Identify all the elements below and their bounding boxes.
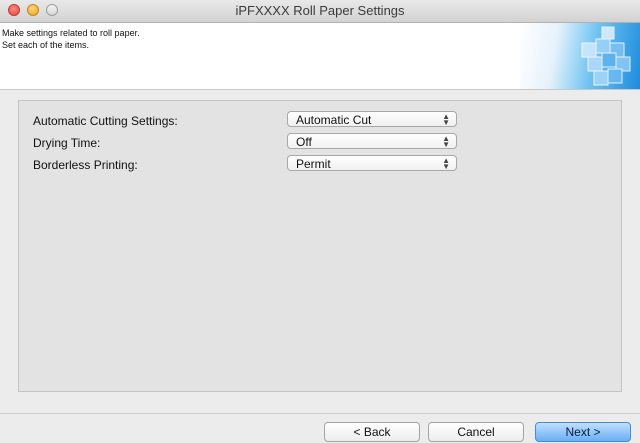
button-bar: < Back Cancel Next > (0, 413, 640, 443)
popup-arrows-icon: ▲ ▼ (442, 112, 450, 127)
popup-arrows-icon: ▲ ▼ (442, 134, 450, 149)
automatic-cutting-label: Automatic Cutting Settings: (33, 114, 178, 128)
drying-time-select[interactable]: Off ▲ ▼ (287, 133, 457, 149)
automatic-cutting-select[interactable]: Automatic Cut ▲ ▼ (287, 111, 457, 127)
next-button[interactable]: Next > (535, 422, 631, 442)
cancel-button[interactable]: Cancel (428, 422, 524, 442)
popup-arrows-icon: ▲ ▼ (442, 156, 450, 171)
description-line-2: Set each of the items. (2, 40, 90, 50)
title-bar: iPFXXXX Roll Paper Settings (0, 0, 640, 23)
back-button[interactable]: < Back (324, 422, 420, 442)
window-title: iPFXXXX Roll Paper Settings (235, 3, 405, 18)
description-header: Make settings related to roll paper. Set… (0, 23, 640, 90)
roll-paper-settings-window: iPFXXXX Roll Paper Settings Make setting… (0, 0, 640, 443)
drying-time-value: Off (296, 135, 312, 149)
drying-time-label: Drying Time: (33, 136, 101, 150)
description-line-1: Make settings related to roll paper. (2, 28, 140, 38)
description-text: Make settings related to roll paper. Set… (2, 27, 140, 51)
borderless-printing-select[interactable]: Permit ▲ ▼ (287, 155, 457, 171)
automatic-cutting-value: Automatic Cut (296, 113, 372, 127)
printer-cubes-icon (520, 23, 640, 89)
borderless-printing-label: Borderless Printing: (33, 158, 138, 172)
borderless-printing-value: Permit (296, 157, 331, 171)
settings-panel: Automatic Cutting Settings: Automatic Cu… (18, 100, 622, 392)
